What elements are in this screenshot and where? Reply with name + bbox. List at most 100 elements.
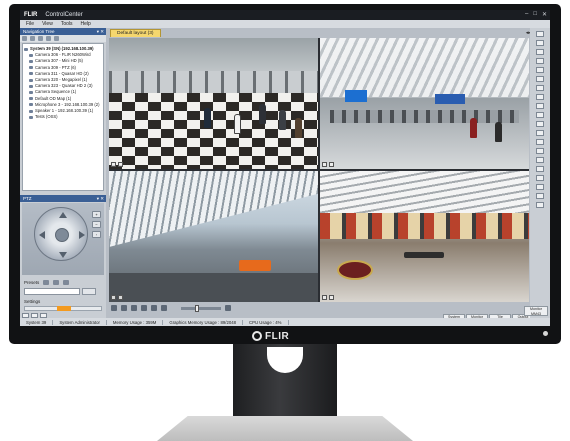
monitor-brand-logo: FLIR [252,330,289,342]
sequence-icon [29,91,33,95]
layout-1p7-icon[interactable] [536,76,544,82]
arrow-up-icon[interactable] [59,212,67,218]
folder-icon [29,115,33,119]
arrow-right-icon[interactable] [79,231,85,239]
layout-custom-icon[interactable] [536,148,544,154]
settings-label: Settings [24,299,41,304]
tree-tool-button[interactable] [22,36,27,41]
preset-pause-button[interactable] [43,280,50,285]
power-led-icon [543,331,548,336]
video-tile-shopping-concourse[interactable] [320,171,529,302]
video-tile-checkered-hall[interactable] [109,38,318,169]
speaker-icon [29,109,33,113]
scene-person [204,108,211,128]
scene-person [295,118,302,138]
layout-custom-icon[interactable] [536,193,544,199]
tree-tool-button[interactable] [54,36,59,41]
tile-button[interactable] [322,295,327,300]
arrow-left-icon[interactable] [39,231,45,239]
video-area: Default layout (3) ◂▸ ✕ [106,28,550,324]
menu-help[interactable]: Help [81,21,91,27]
audio-icon[interactable] [151,305,157,311]
tree-tool-button[interactable] [46,36,51,41]
maximize-icon[interactable]: □ [533,11,537,18]
flir-logo-icon [252,331,262,341]
settings-slider[interactable] [24,306,102,311]
scene-sign [434,94,465,105]
tile-button[interactable] [111,295,116,300]
slider-knob[interactable] [195,304,199,312]
tree-toolbar [20,35,106,42]
zoom-out-button[interactable]: − [92,221,101,228]
scene-roof [320,171,529,213]
zoom-in-button[interactable]: + [92,211,101,218]
layout-tall-icon[interactable] [536,112,544,118]
scene-seating [403,252,444,259]
ptz-center-button[interactable] [55,228,69,242]
pointer-icon[interactable] [111,305,117,311]
layout-custom-icon[interactable] [536,130,544,136]
focus-button[interactable]: ◦ [92,231,101,238]
menu-view[interactable]: View [42,21,53,27]
snapshot-icon[interactable] [131,305,137,311]
layout-4x4-icon[interactable] [536,58,544,64]
tile-controls [322,295,334,300]
menu-file[interactable]: File [26,21,34,27]
slider-knob[interactable] [57,306,71,311]
layout-wide-icon[interactable] [536,103,544,109]
layout-custom-icon[interactable] [536,166,544,172]
preset-go-button[interactable] [82,288,96,295]
layout-custom-icon[interactable] [536,157,544,163]
server-icon [24,47,28,51]
tree-item[interactable]: Tests (OSS) [24,114,102,120]
layout-strip: Monitor MM43 [524,28,550,318]
close-icon[interactable]: ✕ [542,11,547,18]
layout-custom-icon[interactable] [536,202,544,208]
tile-button[interactable] [118,162,123,167]
fullscreen-icon[interactable] [121,305,127,311]
delete-icon[interactable] [161,305,167,311]
panel-controls-icon[interactable]: ▾ ✕ [97,195,104,202]
monitor-photo: FLIR ControlCenter – □ ✕ File View Tools… [0,0,570,441]
tile-button[interactable] [329,162,334,167]
tile-controls [322,162,334,167]
app-title: ControlCenter [45,12,83,18]
camera-icon [29,53,33,57]
video-tile-terminal-hall[interactable] [320,38,529,169]
layout-1p5-icon[interactable] [536,67,544,73]
record-icon[interactable] [141,305,147,311]
ptz-joystick[interactable] [34,207,88,261]
minimize-icon[interactable]: – [525,11,528,18]
tile-button[interactable] [118,295,123,300]
tab-default-layout[interactable]: Default layout (3) [110,29,161,37]
tile-button[interactable] [111,162,116,167]
layout-1x1-icon[interactable] [536,31,544,37]
arrow-down-icon[interactable] [59,252,67,258]
tile-controls [111,295,123,300]
video-tile-exterior-canopy[interactable] [109,171,318,302]
preset-select[interactable] [24,288,80,295]
layout-1p12-icon[interactable] [536,85,544,91]
preset-stop-button[interactable] [53,280,60,285]
layout-custom-icon[interactable] [536,184,544,190]
playback-slider[interactable] [181,304,221,312]
panel-controls-icon[interactable]: ▾ ✕ [97,28,104,35]
layout-3x3-icon[interactable] [536,49,544,55]
layout-2x2-icon[interactable] [536,40,544,46]
layout-custom-icon[interactable] [536,175,544,181]
camera-icon [29,66,33,70]
tile-controls [111,162,123,167]
preset-play-button[interactable] [63,280,70,285]
tile-button[interactable] [322,162,327,167]
tree-tool-button[interactable] [38,36,43,41]
layout-2p8-icon[interactable] [536,94,544,100]
menu-tools[interactable]: Tools [61,21,73,27]
camera-icon [29,72,33,76]
tile-button[interactable] [329,295,334,300]
tree-tool-button[interactable] [30,36,35,41]
navigation-tree: System 39 (SN) (192.168.100.39) Camera 3… [22,43,104,191]
layout-custom-icon[interactable] [536,121,544,127]
layout-custom-icon[interactable] [536,139,544,145]
volume-icon[interactable] [225,305,231,311]
navigation-panel: Navigation Tree ▾ ✕ System 39 (SN) (192.… [20,28,106,318]
